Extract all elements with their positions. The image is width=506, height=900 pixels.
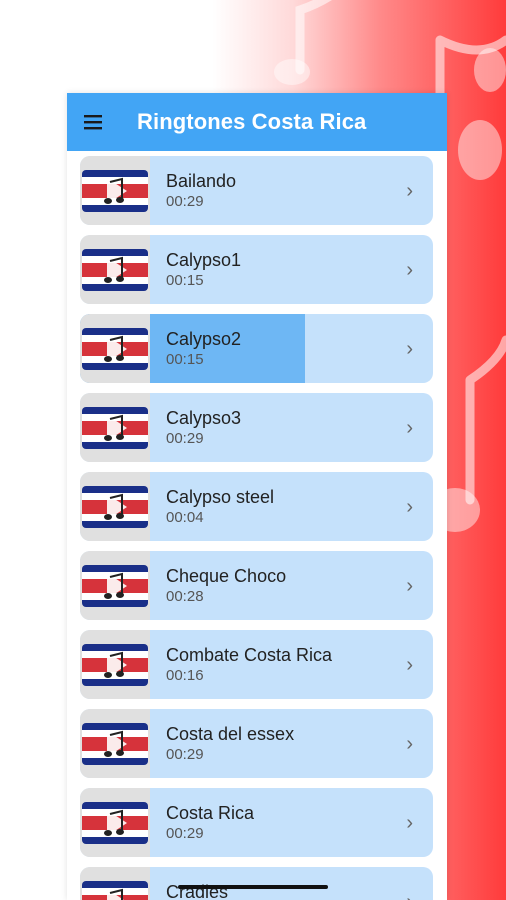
ringtone-thumbnail xyxy=(80,393,150,462)
chevron-right-icon[interactable]: › xyxy=(406,575,413,598)
costa-rica-flag-icon xyxy=(82,327,148,370)
ringtone-item[interactable]: Calypso1 00:15 › xyxy=(80,235,433,304)
ringtone-duration: 00:29 xyxy=(166,193,204,210)
costa-rica-flag-icon xyxy=(82,643,148,686)
costa-rica-flag-icon xyxy=(82,801,148,844)
ringtone-duration: 00:29 xyxy=(166,430,204,447)
ringtone-title: Cheque Choco xyxy=(166,566,287,586)
ringtone-title: Bailando xyxy=(166,171,237,191)
chevron-right-icon[interactable]: › xyxy=(406,180,413,203)
ringtone-thumbnail xyxy=(80,314,150,383)
chevron-right-icon[interactable]: › xyxy=(406,733,413,756)
costa-rica-flag-icon xyxy=(82,406,148,449)
chevron-right-icon[interactable]: › xyxy=(406,891,413,900)
ringtone-thumbnail xyxy=(80,867,150,900)
page-title: Ringtones Costa Rica xyxy=(137,109,367,134)
ringtone-duration: 00:15 xyxy=(166,351,204,368)
ringtone-item[interactable]: Calypso3 00:29 › xyxy=(80,393,433,462)
ringtone-thumbnail xyxy=(80,709,150,778)
costa-rica-flag-icon xyxy=(82,485,148,528)
chevron-right-icon[interactable]: › xyxy=(406,654,413,677)
ringtone-duration: 00:04 xyxy=(166,509,204,526)
costa-rica-flag-icon xyxy=(82,722,148,765)
ringtone-thumbnail xyxy=(80,551,150,620)
ringtone-duration: 00:15 xyxy=(166,272,204,289)
chevron-right-icon[interactable]: › xyxy=(406,496,413,519)
ringtone-title: Calypso3 xyxy=(166,408,242,428)
ringtone-title: Calypso2 xyxy=(166,329,242,349)
ringtone-title: Combate Costa Rica xyxy=(166,645,333,665)
ringtone-item[interactable]: Calypso steel 00:04 › xyxy=(80,472,433,541)
ringtone-item[interactable]: Cheque Choco 00:28 › xyxy=(80,551,433,620)
ringtone-duration: 00:28 xyxy=(166,588,204,605)
ringtone-thumbnail xyxy=(80,630,150,699)
ringtone-duration: 00:29 xyxy=(166,746,204,763)
ringtone-list[interactable]: Bailando 00:29 › Calypso1 00:15 › Calypso2 00:1… xyxy=(67,151,447,900)
ringtone-item[interactable]: Combate Costa Rica 00:16 › xyxy=(80,630,433,699)
ringtone-title: Costa del essex xyxy=(166,724,295,744)
ringtone-thumbnail xyxy=(80,156,150,225)
ringtone-item[interactable]: Costa del essex 00:29 › xyxy=(80,709,433,778)
chevron-right-icon[interactable]: › xyxy=(406,259,413,282)
hamburger-menu-icon[interactable] xyxy=(67,93,121,151)
ringtone-title: Calypso steel xyxy=(166,487,275,507)
costa-rica-flag-icon xyxy=(82,564,148,607)
costa-rica-flag-icon xyxy=(82,880,148,900)
ringtone-thumbnail xyxy=(80,788,150,857)
costa-rica-flag-icon xyxy=(82,248,148,291)
ringtone-duration: 00:16 xyxy=(166,667,204,684)
chevron-right-icon[interactable]: › xyxy=(406,812,413,835)
app-bar: Ringtones Costa Rica xyxy=(67,93,447,151)
ringtone-duration: 00:29 xyxy=(166,825,204,842)
ringtone-item[interactable]: Bailando 00:29 › xyxy=(80,156,433,225)
ringtone-thumbnail xyxy=(80,472,150,541)
ringtone-title: Costa Rica xyxy=(166,803,255,823)
ringtone-title: Calypso1 xyxy=(166,250,242,270)
ringtone-item[interactable]: Costa Rica 00:29 › xyxy=(80,788,433,857)
chevron-right-icon[interactable]: › xyxy=(406,417,413,440)
app-screen: Ringtones Costa Rica Bailando 00:29 › Calyp… xyxy=(67,93,447,900)
ringtone-thumbnail xyxy=(80,235,150,304)
ringtone-item[interactable]: Cradles› xyxy=(80,867,433,900)
gesture-navigation-bar[interactable] xyxy=(178,885,328,889)
chevron-right-icon[interactable]: › xyxy=(406,338,413,361)
ringtone-item[interactable]: Calypso2 00:15 › xyxy=(80,314,433,383)
costa-rica-flag-icon xyxy=(82,169,148,212)
